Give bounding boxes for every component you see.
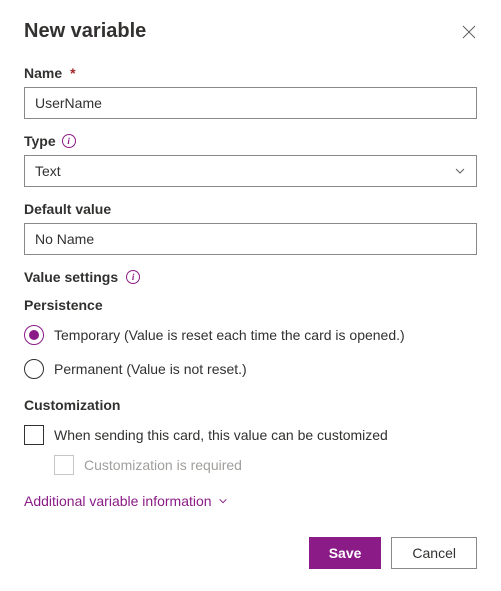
- when-sending-checkbox[interactable]: [24, 425, 44, 445]
- required-indicator: *: [70, 65, 75, 81]
- customization-required-row: Customization is required: [54, 455, 477, 475]
- close-button[interactable]: [461, 24, 477, 40]
- customization-required-label: Customization is required: [84, 457, 242, 473]
- name-label: Name *: [24, 65, 477, 81]
- default-value-label-text: Default value: [24, 201, 111, 217]
- radio-circle-selected: [24, 325, 44, 345]
- persistence-radio-group: Temporary (Value is reset each time the …: [24, 325, 477, 379]
- name-input[interactable]: [24, 87, 477, 119]
- name-label-text: Name: [24, 65, 62, 81]
- customization-required-checkbox: [54, 455, 74, 475]
- info-icon[interactable]: i: [126, 270, 140, 284]
- additional-info-text: Additional variable information: [24, 493, 212, 509]
- dialog-footer: Save Cancel: [309, 537, 477, 569]
- close-icon: [462, 25, 476, 39]
- chevron-down-icon: [454, 165, 466, 177]
- when-sending-checkbox-row: When sending this card, this value can b…: [24, 425, 477, 445]
- radio-temporary[interactable]: Temporary (Value is reset each time the …: [24, 325, 477, 345]
- info-icon[interactable]: i: [62, 134, 76, 148]
- value-settings-text: Value settings: [24, 269, 118, 285]
- save-button[interactable]: Save: [309, 537, 382, 569]
- radio-temporary-label: Temporary (Value is reset each time the …: [54, 327, 405, 343]
- default-value-label: Default value: [24, 201, 477, 217]
- default-value-field-group: Default value: [24, 201, 477, 255]
- name-field-group: Name *: [24, 65, 477, 119]
- type-select[interactable]: Text: [24, 155, 477, 187]
- customization-label: Customization: [24, 397, 477, 413]
- dialog-title: New variable: [24, 20, 146, 43]
- type-field-group: Type i Text: [24, 133, 477, 187]
- default-value-input[interactable]: [24, 223, 477, 255]
- type-label-text: Type: [24, 133, 56, 149]
- radio-dot: [29, 330, 39, 340]
- radio-circle: [24, 359, 44, 379]
- when-sending-label: When sending this card, this value can b…: [54, 427, 388, 443]
- type-value: Text: [35, 163, 61, 179]
- radio-permanent[interactable]: Permanent (Value is not reset.): [24, 359, 477, 379]
- radio-permanent-label: Permanent (Value is not reset.): [54, 361, 247, 377]
- value-settings-label: Value settings i: [24, 269, 477, 285]
- cancel-button[interactable]: Cancel: [391, 537, 477, 569]
- type-label: Type i: [24, 133, 477, 149]
- persistence-label: Persistence: [24, 297, 477, 313]
- additional-info-link[interactable]: Additional variable information: [24, 493, 477, 509]
- dialog-header: New variable: [24, 20, 477, 43]
- chevron-down-icon: [218, 496, 228, 506]
